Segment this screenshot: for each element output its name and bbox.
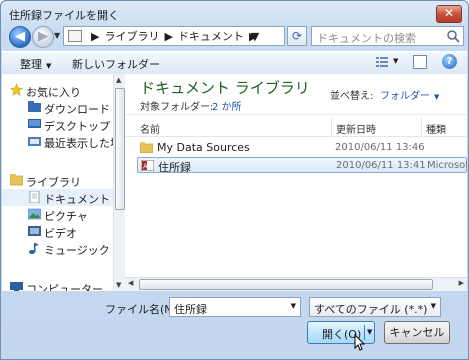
nav-item-favorites[interactable]: お気に入り xyxy=(2,82,113,99)
mouse-cursor-icon xyxy=(354,334,366,351)
scroll-right-icon[interactable]: ▶ xyxy=(459,279,464,287)
navigation-bar: ◀ ▶ ▼ ▶ ライブラリ ▶ ドキュメント ▶ ▼ ⟳ ドキュメントの検索 xyxy=(5,25,464,49)
library-icon xyxy=(10,174,23,186)
arrange-by-label: 並べ替え: xyxy=(330,91,374,102)
file-list-scrollbar[interactable]: ◀ ▶ xyxy=(125,277,467,291)
videos-icon xyxy=(28,226,41,236)
library-title: ドキュメント ライブラリ xyxy=(140,79,310,97)
scroll-up-icon[interactable]: ▲ xyxy=(116,76,121,84)
help-icon[interactable]: ? xyxy=(442,54,457,69)
nav-item-libraries[interactable]: ライブラリ xyxy=(2,172,113,189)
navigation-pane-scrollbar[interactable]: ▲ ▼ xyxy=(113,74,125,291)
recent-pages-dropdown-icon[interactable]: ▼ xyxy=(54,31,60,40)
column-type[interactable]: 種類 xyxy=(426,121,446,136)
library-includes-label: 対象フォルダー: xyxy=(140,102,214,113)
column-divider[interactable] xyxy=(421,118,422,136)
nav-item-videos[interactable]: ビデオ xyxy=(2,223,113,240)
breadcrumb-libraries[interactable]: ライブラリ xyxy=(104,28,159,44)
toolbar: 整理 ▼ 新しいフォルダー ▼ ? xyxy=(2,51,467,75)
search-icon[interactable] xyxy=(446,29,460,43)
folder-icon xyxy=(140,142,153,153)
search-box[interactable]: ドキュメントの検索 xyxy=(311,26,464,46)
search-input[interactable]: ドキュメントの検索 xyxy=(317,30,416,46)
filename-value[interactable]: 住所録 xyxy=(174,301,207,317)
new-folder-button[interactable]: 新しいフォルダー xyxy=(72,56,160,72)
file-row-selected[interactable]: A 住所録 2010/06/11 13:41 Microsoft xyxy=(137,157,467,174)
file-list-pane: ドキュメント ライブラリ 対象フォルダー: 2 か所 並べ替え: フォルダー ▼ … xyxy=(125,74,467,291)
open-file-dialog: 住所録ファイルを開く ✕ ◀ ▶ ▼ ▶ ライブラリ ▶ ドキュメント ▶ ▼ … xyxy=(0,0,469,360)
location-icon xyxy=(68,30,82,42)
pictures-icon xyxy=(28,208,41,220)
library-locations-link[interactable]: 2 か所 xyxy=(212,98,242,113)
nav-item-music[interactable]: ミュージック xyxy=(2,240,113,257)
file-type: Microsoft xyxy=(427,160,467,171)
back-button[interactable]: ◀ xyxy=(9,26,31,48)
divider xyxy=(125,114,467,115)
nav-item-recent-places[interactable]: 最近表示した場所 xyxy=(2,133,113,150)
nav-item-downloads[interactable]: ダウンロード xyxy=(2,99,113,116)
view-options-icon[interactable] xyxy=(376,56,388,68)
music-icon xyxy=(29,243,39,254)
cancel-button[interactable]: キャンセル xyxy=(384,321,450,344)
nav-item-computer[interactable]: コンピューター xyxy=(2,279,113,291)
title-bar: 住所録ファイルを開く ✕ xyxy=(1,1,468,27)
window-title: 住所録ファイルを開く xyxy=(9,9,119,22)
breadcrumb-documents[interactable]: ドキュメント xyxy=(178,28,244,44)
file-row[interactable]: My Data Sources 2010/06/11 13:46 xyxy=(137,140,467,156)
scrollbar-thumb[interactable] xyxy=(115,88,125,210)
file-date: 2010/06/11 13:46 xyxy=(335,142,425,153)
chevron-down-icon[interactable]: ▼ xyxy=(431,302,436,310)
scroll-down-icon[interactable]: ▼ xyxy=(116,281,121,289)
computer-icon xyxy=(10,282,23,291)
column-header: 名前 更新日時 種類 xyxy=(125,118,467,137)
star-icon xyxy=(10,84,23,96)
navigation-pane: お気に入り ダウンロード デスクトップ 最近表示した場所 ライブラリ ドキュメン… xyxy=(2,74,114,291)
download-folder-icon xyxy=(28,101,41,112)
close-button[interactable]: ✕ xyxy=(436,5,462,23)
column-name[interactable]: 名前 xyxy=(140,121,160,136)
recent-places-icon xyxy=(28,137,41,146)
nav-item-documents[interactable]: ドキュメント xyxy=(2,189,113,206)
svg-text:A: A xyxy=(143,163,148,171)
chevron-down-icon[interactable]: ▼ xyxy=(291,302,296,310)
file-name: My Data Sources xyxy=(157,141,250,154)
preview-pane-icon[interactable] xyxy=(413,55,427,69)
organize-button[interactable]: 整理 ▼ xyxy=(20,56,51,72)
nav-item-desktop[interactable]: デスクトップ xyxy=(2,116,113,133)
file-type-filter[interactable]: すべてのファイル (*.*) ▼ xyxy=(309,297,441,317)
column-divider[interactable] xyxy=(331,118,332,136)
forward-button[interactable]: ▶ xyxy=(32,26,54,48)
refresh-icon[interactable]: ⟳ xyxy=(287,26,307,46)
address-bar[interactable]: ▶ ライブラリ ▶ ドキュメント ▶ ▼ xyxy=(63,26,285,46)
breadcrumb-arrow-icon[interactable]: ▶ xyxy=(91,30,99,43)
breadcrumb-arrow-icon[interactable]: ▶ xyxy=(164,30,172,43)
nav-item-pictures[interactable]: ピクチャ xyxy=(2,206,113,223)
desktop-icon xyxy=(28,119,41,128)
address-dropdown-icon[interactable]: ▼ xyxy=(248,29,262,45)
arrange-by-dropdown[interactable]: フォルダー ▼ xyxy=(380,87,439,102)
access-db-icon: A xyxy=(141,160,154,171)
file-type-filter-value[interactable]: すべてのファイル (*.*) xyxy=(314,301,427,317)
file-name: 住所録 xyxy=(158,161,191,174)
open-options-dropdown-icon[interactable]: ▼ xyxy=(367,328,372,336)
chevron-down-icon: ▼ xyxy=(434,93,440,101)
file-date: 2010/06/11 13:41 xyxy=(336,160,426,171)
scroll-left-icon[interactable]: ◀ xyxy=(128,279,133,287)
documents-icon xyxy=(29,191,40,203)
scrollbar-thumb[interactable] xyxy=(139,279,433,290)
view-dropdown-icon[interactable]: ▼ xyxy=(393,57,398,65)
column-date-modified[interactable]: 更新日時 xyxy=(336,121,376,136)
filename-input[interactable]: 住所録 ▼ xyxy=(169,297,301,317)
chevron-down-icon: ▼ xyxy=(46,62,52,70)
